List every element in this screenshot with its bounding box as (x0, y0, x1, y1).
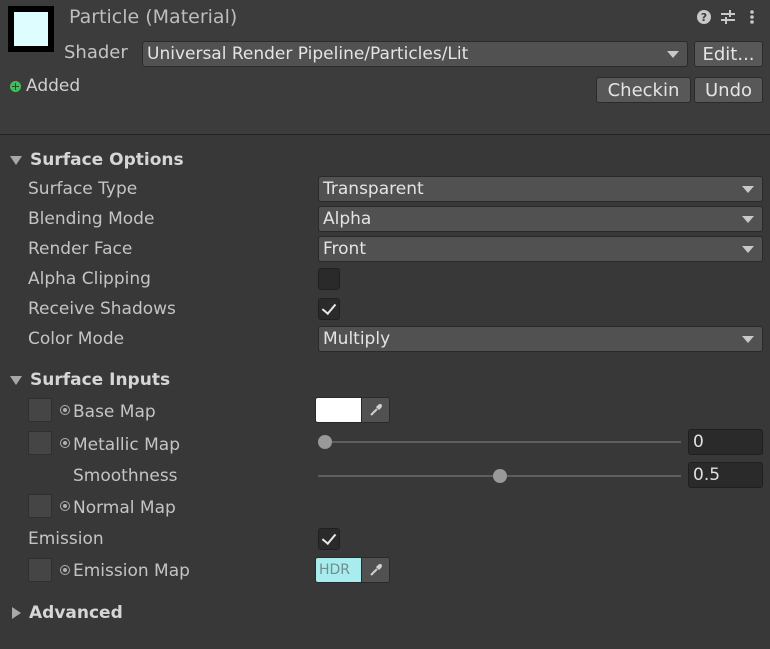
shader-label: Shader (64, 42, 128, 63)
emission-map-texture-slot[interactable] (28, 558, 52, 582)
eyedropper-icon[interactable] (361, 558, 389, 582)
render-face-label: Render Face (28, 239, 133, 259)
surface-inputs-foldout[interactable]: Surface Inputs (10, 370, 170, 390)
metallic-map-label: Metallic Map (73, 435, 181, 455)
surface-inputs-title: Surface Inputs (30, 370, 171, 390)
material-title: Particle (Material) (69, 6, 238, 28)
color-mode-label: Color Mode (28, 329, 125, 349)
metallic-slider-track[interactable] (318, 441, 681, 443)
alpha-clipping-label: Alpha Clipping (28, 269, 151, 289)
blending-mode-label: Blending Mode (28, 209, 155, 229)
emission-checkbox[interactable] (318, 528, 340, 550)
vcs-status: Added (10, 76, 80, 96)
receive-shadows-label: Receive Shadows (28, 299, 176, 319)
foldout-expanded-icon (10, 155, 22, 165)
color-mode-value: Multiply (323, 329, 391, 349)
more-icon[interactable] (744, 9, 760, 25)
object-picker-icon[interactable] (60, 405, 70, 415)
chevron-down-icon (742, 246, 754, 253)
chevron-down-icon (742, 336, 754, 343)
chevron-down-icon (742, 216, 754, 223)
smoothness-slider-handle[interactable] (492, 469, 507, 483)
surface-type-label: Surface Type (28, 179, 138, 199)
checkin-button[interactable]: Checkin (596, 77, 691, 103)
base-map-texture-slot[interactable] (28, 398, 52, 422)
alpha-clipping-checkbox[interactable] (318, 268, 340, 290)
undo-button[interactable]: Undo (694, 77, 763, 103)
metallic-slider-handle[interactable] (318, 435, 332, 449)
foldout-collapsed-icon (12, 607, 21, 619)
emission-color-field[interactable]: HDR (315, 557, 390, 583)
color-mode-dropdown[interactable]: Multiply (318, 326, 763, 352)
material-thumbnail (8, 6, 54, 52)
normal-map-texture-slot[interactable] (28, 494, 52, 518)
emission-label: Emission (28, 529, 104, 549)
blending-mode-dropdown[interactable]: Alpha (318, 206, 763, 232)
advanced-foldout[interactable]: Advanced (10, 603, 123, 623)
receive-shadows-checkbox[interactable] (318, 298, 340, 320)
material-preview-swatch (14, 12, 48, 46)
added-plus-icon (10, 80, 21, 92)
emission-hdr-swatch[interactable]: HDR (316, 558, 363, 582)
smoothness-value: 0.5 (693, 465, 721, 485)
smoothness-label: Smoothness (73, 466, 178, 486)
foldout-expanded-icon (10, 375, 22, 385)
render-face-dropdown[interactable]: Front (318, 236, 763, 262)
surface-type-value: Transparent (323, 179, 424, 199)
material-header: Particle (Material) ? Shader Universal R… (0, 0, 770, 135)
help-icon[interactable]: ? (696, 9, 712, 25)
normal-map-label: Normal Map (73, 498, 176, 518)
blending-mode-value: Alpha (323, 209, 372, 229)
metallic-value: 0 (693, 432, 704, 452)
shader-dropdown[interactable]: Universal Render Pipeline/Particles/Lit (142, 41, 688, 67)
render-face-value: Front (323, 239, 366, 259)
chevron-down-icon (742, 186, 754, 193)
surface-options-foldout[interactable]: Surface Options (10, 150, 184, 170)
header-icons: ? (696, 9, 760, 25)
metallic-value-field[interactable]: 0 (688, 429, 763, 455)
smoothness-value-field[interactable]: 0.5 (688, 462, 763, 488)
shader-dropdown-value: Universal Render Pipeline/Particles/Lit (147, 44, 469, 64)
preset-icon[interactable] (720, 9, 736, 25)
surface-options-title: Surface Options (30, 150, 184, 170)
object-picker-icon[interactable] (60, 438, 70, 448)
eyedropper-icon[interactable] (361, 398, 389, 422)
hdr-label: HDR (319, 562, 351, 578)
vcs-status-label: Added (26, 76, 81, 96)
object-picker-icon[interactable] (60, 565, 70, 575)
base-map-label: Base Map (73, 402, 156, 422)
svg-text:?: ? (701, 11, 707, 24)
base-map-color-swatch[interactable] (316, 398, 363, 422)
edit-shader-button[interactable]: Edit... (694, 41, 763, 67)
advanced-title: Advanced (29, 603, 123, 623)
chevron-down-icon (667, 51, 679, 58)
surface-type-dropdown[interactable]: Transparent (318, 176, 763, 202)
metallic-map-texture-slot[interactable] (28, 431, 52, 455)
object-picker-icon[interactable] (60, 501, 70, 511)
base-map-color-field[interactable] (315, 397, 390, 423)
emission-map-label: Emission Map (73, 561, 190, 581)
